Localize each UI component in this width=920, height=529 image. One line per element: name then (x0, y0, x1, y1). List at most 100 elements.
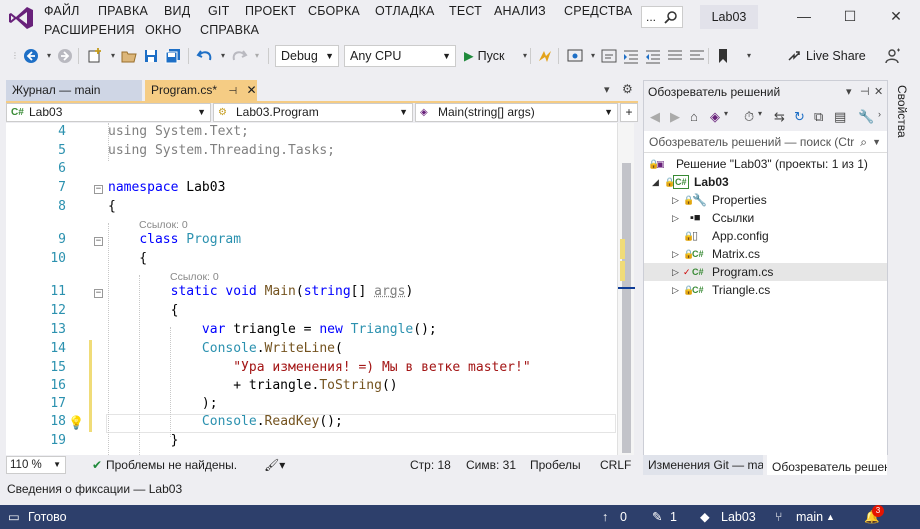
menu-extensions[interactable]: РАСШИРЕНИЯ (44, 23, 135, 37)
start-debugging-button[interactable]: ▶ Пуск (464, 46, 524, 66)
pending-changes-count[interactable]: 1 (670, 505, 677, 529)
tab-git-history[interactable]: Журнал — main (6, 80, 142, 102)
code-text[interactable]: + triangle.ToString() (108, 377, 397, 396)
editor-vertical-scrollbar[interactable] (617, 123, 635, 455)
code-line[interactable]: 6 (6, 160, 617, 179)
whitespace-status[interactable]: Пробелы (530, 455, 581, 475)
bookmark-icon[interactable] (714, 47, 732, 65)
back-icon[interactable] (22, 47, 40, 65)
column-status[interactable]: Симв: 31 (466, 455, 516, 475)
expand-arrow-icon[interactable]: ▷ (672, 263, 679, 281)
menu-project[interactable]: ПРОЕКТ (245, 4, 296, 18)
toolbar-overflow-icon[interactable]: ▾ (740, 47, 758, 65)
code-text[interactable]: { (108, 302, 179, 321)
code-text[interactable]: { (108, 250, 147, 269)
code-line[interactable]: 18 Console.ReadKey(); (6, 413, 617, 432)
collapse-arrow-icon[interactable]: ◢ (652, 173, 659, 191)
save-all-icon[interactable] (164, 47, 182, 65)
tree-file-node[interactable]: ▷ 🔒 C# Matrix.cs (644, 245, 887, 263)
global-search-input[interactable]: ... (641, 6, 683, 28)
member-dropdown[interactable]: ◈ Main(string[] args) ▼ (415, 103, 618, 122)
code-line[interactable]: 14 Console.WriteLine( (6, 340, 617, 359)
code-line[interactable]: 8{ (6, 198, 617, 217)
menu-git[interactable]: GIT (208, 4, 229, 18)
code-text[interactable]: Console.WriteLine( (108, 340, 343, 359)
panel-menu-icon[interactable]: ▾ (846, 81, 852, 103)
lightbulb-icon[interactable]: 💡 (68, 416, 84, 431)
close-tab-icon[interactable]: ✕ (246, 83, 256, 97)
filter-dropdown-icon[interactable]: ▾ (758, 109, 762, 118)
code-text[interactable]: ); (108, 395, 218, 414)
problems-status[interactable]: Проблемы не найдены. (106, 455, 237, 475)
outline-collapse-toggle[interactable]: − (94, 185, 103, 194)
tree-file-node-selected[interactable]: ▷ ✓ C# Program.cs (644, 263, 887, 281)
split-editor-button[interactable]: + (620, 103, 638, 122)
close-icon[interactable]: ✕ (874, 81, 883, 103)
collapse-all-icon[interactable]: ⧉ (814, 109, 823, 125)
configuration-dropdown[interactable]: Debug ▼ (275, 45, 339, 67)
pending-changes-filter-icon[interactable]: ⏱ (744, 109, 754, 125)
code-text[interactable]: "Ура изменения! =) Мы в ветке master!" (108, 359, 530, 378)
expand-arrow-icon[interactable]: ▷ (672, 281, 679, 299)
menu-view[interactable]: ВИД (164, 4, 190, 18)
home-icon[interactable]: ⌂ (690, 109, 698, 124)
brush-icon[interactable]: 🖌▾ (264, 455, 285, 475)
codelens-references[interactable]: Ссылок: 0 (170, 270, 219, 284)
tab-git-changes[interactable]: Изменения Git — main (643, 455, 763, 475)
indent-icon[interactable] (622, 47, 640, 65)
code-text[interactable]: Console.ReadKey(); (108, 413, 343, 432)
tab-solution-explorer[interactable]: Обозреватель решений (767, 455, 887, 475)
back-icon[interactable]: ◀ (650, 109, 660, 125)
tree-project-node[interactable]: ◢ 🔒 C# Lab03 (644, 173, 887, 191)
redo-dropdown-icon[interactable]: ▾ (248, 47, 266, 65)
code-editor[interactable]: 4 using System.Text; 5 using System.Threadi… (6, 123, 617, 455)
branch-dropdown-icon[interactable]: ▲ (826, 505, 835, 529)
feedback-icon[interactable] (884, 47, 902, 65)
repository-icon[interactable]: ◆ (700, 505, 710, 529)
code-text[interactable]: class Program (108, 231, 241, 250)
code-text[interactable]: static void Main(string[] args) (108, 283, 414, 302)
open-folder-icon[interactable] (120, 47, 138, 65)
menu-file[interactable]: ФАЙЛ (44, 4, 80, 18)
branch-icon[interactable]: ⑂ (775, 505, 783, 529)
tree-file-node[interactable]: ▷ 🔒 C# Triangle.cs (644, 281, 887, 299)
code-text[interactable]: } (108, 432, 179, 451)
project-dropdown[interactable]: C# Lab03 ▼ (6, 103, 211, 122)
codelens-references[interactable]: Ссылок: 0 (139, 218, 188, 232)
comment-out-icon[interactable] (666, 47, 684, 65)
arrow-up-icon[interactable]: ↑ (602, 505, 608, 529)
menu-window[interactable]: ОКНО (145, 23, 182, 37)
outdent-icon[interactable] (644, 47, 662, 65)
platform-dropdown[interactable]: Any CPU ▼ (344, 45, 456, 67)
tree-properties-node[interactable]: ▷ 🔒 🔧 Properties (644, 191, 887, 209)
minimize-button[interactable]: — (794, 8, 814, 26)
code-line[interactable]: 12 { (6, 302, 617, 321)
undo-icon[interactable] (196, 47, 214, 65)
code-text[interactable]: { (108, 198, 116, 217)
branch-name[interactable]: main (796, 505, 823, 529)
tab-program-cs[interactable]: Program.cs* ⊣ ✕ (145, 80, 257, 102)
save-icon[interactable] (142, 47, 160, 65)
toolbar-overflow-icon[interactable]: › (878, 109, 881, 119)
code-line[interactable]: 16 + triangle.ToString() (6, 377, 617, 396)
code-line[interactable]: 5 using System.Threading.Tasks; (6, 142, 617, 161)
forward-icon[interactable] (56, 47, 74, 65)
solution-search-input[interactable]: Обозреватель решений — поиск (Ctr ⌕ ▼ (644, 131, 887, 153)
line-number-status[interactable]: Стр: 18 (410, 455, 451, 475)
repository-name[interactable]: Lab03 (721, 505, 756, 529)
live-share-button[interactable]: Live Share (787, 46, 866, 66)
pin-tab-icon[interactable]: ⊣ (228, 86, 237, 97)
code-line[interactable]: 10 { (6, 250, 617, 269)
browser-link-icon[interactable] (566, 47, 584, 65)
close-button[interactable]: ✕ (886, 8, 906, 26)
gear-icon[interactable]: ⚙ (622, 82, 633, 96)
switch-views-dropdown-icon[interactable]: ▾ (724, 109, 728, 118)
class-dropdown[interactable]: ⚙ Lab03.Program ▼ (213, 103, 413, 122)
menu-test[interactable]: ТЕСТ (449, 4, 482, 18)
tree-references-node[interactable]: ▷ ▪■ Ссылки (644, 209, 887, 227)
refresh-icon[interactable]: ↻ (794, 109, 805, 125)
menu-debug[interactable]: ОТЛАДКА (375, 4, 435, 18)
sync-with-document-icon[interactable]: ⇆ (774, 109, 785, 125)
menu-edit[interactable]: ПРАВКА (98, 4, 148, 18)
code-text[interactable]: using System.Text; (108, 123, 249, 142)
